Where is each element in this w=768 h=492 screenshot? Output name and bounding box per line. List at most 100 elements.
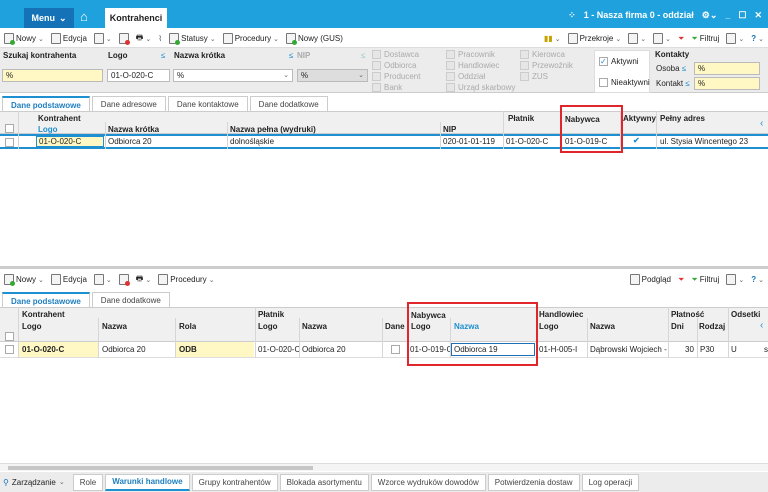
select-all-checkbox[interactable]: [5, 124, 14, 133]
lower-new-button[interactable]: Nowy ⌄: [4, 274, 44, 286]
table-row[interactable]: 01-O-020-C Odbiorca 20 dolnośląskie 020-…: [0, 134, 768, 149]
col-adres[interactable]: Pełny adres: [660, 114, 705, 123]
maximize-icon[interactable]: ☐: [738, 10, 746, 21]
bottom-tab-1[interactable]: Warunki handlowe: [105, 473, 190, 491]
col-nazwa-krotka[interactable]: Nazwa krótka: [108, 125, 159, 134]
sort-icon[interactable]: ≤: [161, 51, 165, 60]
settings-button[interactable]: ⌄: [726, 33, 744, 44]
cell-logo[interactable]: 01-O-020-C: [36, 136, 104, 147]
lower-clear-filter-button[interactable]: ⏷: [678, 275, 684, 285]
kontakt-input[interactable]: %: [694, 77, 760, 90]
table-row[interactable]: 01-O-020-C Odbiorca 20 ODB 01-O-020-C Od…: [0, 342, 768, 358]
filter-button[interactable]: ⏷ Filtruj: [691, 34, 719, 44]
zarzadzanie-button[interactable]: ⚲ Zarządzanie ⌄: [3, 478, 65, 487]
aktywni-checkbox[interactable]: ✓ Aktywni: [599, 57, 639, 66]
role-label: Handlowiec: [458, 61, 500, 70]
col-platnik-nazwa[interactable]: Nazwa: [302, 322, 327, 331]
lower-help-button[interactable]: ? ⌄: [751, 275, 764, 284]
row-checkbox[interactable]: [5, 138, 14, 147]
col-platnik[interactable]: Płatnik: [508, 114, 534, 123]
statusy-button[interactable]: Statusy ⌄: [169, 33, 216, 45]
tab-upper-1[interactable]: Dane adresowe: [91, 96, 166, 112]
nieaktywni-checkbox[interactable]: Nieaktywni: [599, 78, 650, 87]
home-icon[interactable]: ⌂: [80, 10, 96, 24]
chevron-left-icon[interactable]: ‹: [760, 118, 763, 129]
lower-edit-button[interactable]: Edycja: [50, 274, 87, 285]
tab-upper-3[interactable]: Dane dodatkowe: [249, 96, 328, 112]
lower-settings-button[interactable]: ⌄: [726, 274, 744, 285]
col-rola[interactable]: Rola: [179, 322, 196, 331]
col-platnik-logo[interactable]: Logo: [258, 322, 278, 331]
col-handlowiec-nazwa[interactable]: Nazwa: [590, 322, 615, 331]
warning-icon: [653, 33, 664, 44]
podglad-button[interactable]: Podgląd: [629, 274, 671, 285]
lower-delete-button[interactable]: [118, 274, 130, 286]
procedure-icon: [158, 274, 169, 285]
role-label: Odbiorca: [384, 61, 417, 70]
warning-button[interactable]: ⌄: [653, 33, 671, 44]
col-logo[interactable]: Logo: [38, 125, 58, 134]
attach-button[interactable]: ⌇: [158, 34, 162, 43]
tab-kontrahenci[interactable]: Kontrahenci: [105, 8, 167, 28]
lower-tabs: Dane podstawowe Dane dodatkowe: [2, 292, 170, 308]
search-input[interactable]: %: [2, 69, 103, 82]
delete-button[interactable]: [118, 33, 130, 45]
role-label: Urząd skarbowy: [458, 83, 516, 92]
sort-icon[interactable]: ≤: [289, 51, 293, 60]
close-icon[interactable]: ✕: [754, 10, 762, 21]
help-button[interactable]: ? ⌄: [751, 34, 764, 43]
tab-upper-2[interactable]: Dane kontaktowe: [167, 96, 248, 112]
minimize-icon[interactable]: _: [725, 10, 730, 20]
new-gus-button[interactable]: Nowy (GUS): [286, 33, 343, 45]
lower-filter-button[interactable]: ⏷ Filtruj: [691, 275, 719, 285]
menu-button[interactable]: Menu ⌄: [24, 8, 74, 28]
horizontal-scrollbar[interactable]: [0, 463, 768, 471]
col-group-kontrahent: Kontrahent: [22, 310, 65, 319]
chevron-left-icon[interactable]: ‹: [760, 320, 763, 331]
tab-lower-0[interactable]: Dane podstawowe: [2, 292, 90, 308]
bottom-tab-3[interactable]: Blokada asortymentu: [279, 473, 369, 491]
titlebar-right: ⁘ 1 - Nasza firma 0 - oddział ⚙⌄ _ ☐ ✕: [568, 8, 762, 22]
splitter[interactable]: [0, 266, 768, 269]
short-name-select[interactable]: % ⌄: [173, 69, 293, 82]
tab-upper-0[interactable]: Dane podstawowe: [2, 96, 90, 112]
role-checkbox-0: Dostawca: [372, 50, 419, 59]
gear-icon[interactable]: ⚙⌄: [702, 10, 718, 21]
osoba-input[interactable]: %: [694, 62, 760, 75]
grid-icon[interactable]: ⁘: [568, 10, 576, 21]
col-aktywny[interactable]: Aktywny: [623, 114, 656, 123]
col-rodzaj[interactable]: Rodzaj: [699, 322, 725, 331]
row-checkbox[interactable]: [5, 345, 14, 354]
col-odsetki[interactable]: Odsetki: [731, 310, 760, 319]
lower-print-button[interactable]: 🖶 ⌄: [136, 273, 151, 287]
lower-preview-button[interactable]: ⌄: [93, 274, 112, 285]
new-button[interactable]: Nowy ⌄: [4, 33, 44, 45]
col-nazwa-pelna[interactable]: Nazwa pełna (wydruki): [230, 125, 316, 134]
procedury-button[interactable]: Procedury ⌄: [222, 33, 279, 44]
clear-filter-button[interactable]: ⏷: [678, 34, 684, 44]
col-dane[interactable]: Dane: [385, 322, 405, 331]
scrollbar-thumb[interactable]: [8, 466, 313, 470]
col-nip[interactable]: NIP: [443, 125, 456, 134]
company-selector[interactable]: 1 - Nasza firma 0 - oddział: [584, 10, 694, 20]
col-nazwa[interactable]: Nazwa: [102, 322, 127, 331]
col-dni[interactable]: Dni: [671, 322, 684, 331]
bottom-tab-0[interactable]: Role: [72, 473, 104, 491]
import-button[interactable]: ⌄: [628, 33, 646, 44]
tab-lower-1[interactable]: Dane dodatkowe: [91, 292, 170, 308]
bottom-tab-6[interactable]: Log operacji: [581, 473, 640, 491]
col-logo[interactable]: Logo: [22, 322, 42, 331]
chart-button[interactable]: ▮▮ ⌄: [544, 34, 561, 43]
preview-button[interactable]: ⌄: [93, 33, 112, 44]
logo-input[interactable]: 01-O-020-C: [107, 69, 170, 82]
lower-procedury-button[interactable]: Procedury ⌄: [158, 274, 215, 285]
bottom-tab-4[interactable]: Wzorce wydruków dowodów: [370, 473, 486, 491]
cell-dane-checkbox[interactable]: [391, 345, 400, 354]
print-button[interactable]: 🖶 ⌄: [136, 32, 151, 46]
bottom-tab-2[interactable]: Grupy kontrahentów: [191, 473, 278, 491]
select-all-checkbox[interactable]: [5, 332, 14, 341]
przekroje-button[interactable]: Przekroje ⌄: [567, 33, 621, 44]
bottom-tab-5[interactable]: Potwierdzenia dostaw: [487, 473, 580, 491]
col-handlowiec-logo[interactable]: Logo: [539, 322, 559, 331]
edit-button[interactable]: Edycja: [50, 33, 87, 44]
